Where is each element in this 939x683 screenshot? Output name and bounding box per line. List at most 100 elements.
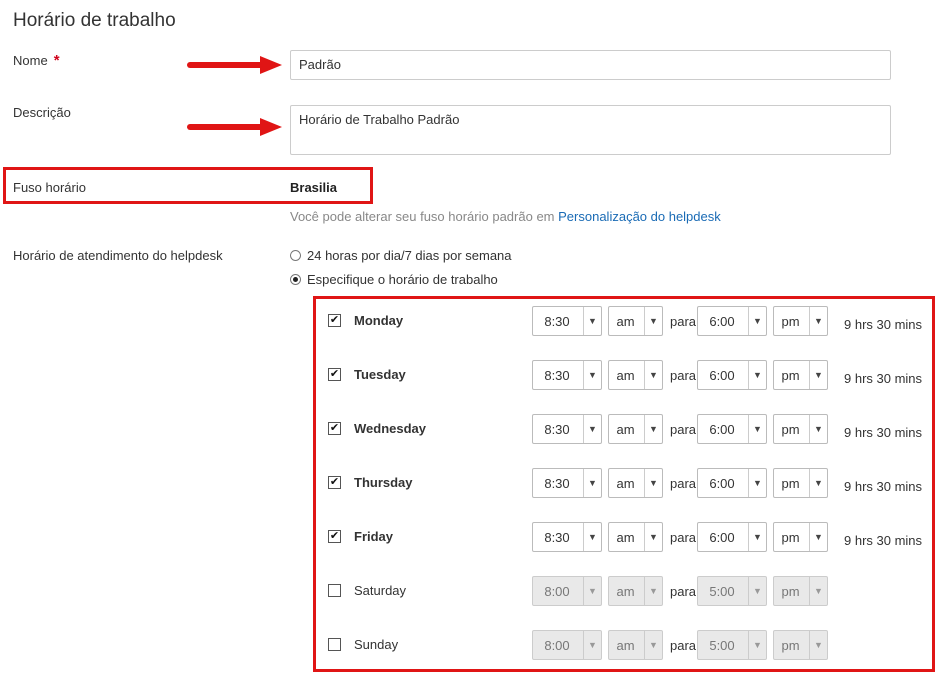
start-time-select[interactable]: 8:30 ▼ [532, 414, 602, 444]
chevron-down-icon[interactable]: ▼ [583, 523, 601, 551]
chevron-down-icon: ▼ [748, 577, 766, 605]
description-label: Descrição [13, 105, 71, 120]
day-checkbox[interactable] [328, 584, 341, 597]
day-checkbox[interactable]: ✔ [328, 368, 341, 381]
radio-custom[interactable]: Especifique o horário de trabalho [290, 272, 498, 287]
end-ampm-select: pm ▼ [773, 630, 828, 660]
schedule-row-saturday: Saturday 8:00 ▼ am ▼ para 5:00 ▼ pm ▼ [318, 575, 928, 609]
end-ampm-select-value: pm [781, 638, 800, 653]
chevron-down-icon[interactable]: ▼ [809, 415, 827, 443]
name-input[interactable]: Padrão [290, 50, 891, 80]
timezone-value: Brasilia [290, 180, 337, 195]
start-time-select[interactable]: 8:30 ▼ [532, 360, 602, 390]
start-ampm-select[interactable]: am ▼ [608, 306, 663, 336]
end-time-select-value: 5:00 [709, 584, 735, 599]
chevron-down-icon[interactable]: ▼ [583, 307, 601, 335]
start-ampm-select[interactable]: am ▼ [608, 360, 663, 390]
separator-label: para [670, 422, 697, 437]
start-ampm-select[interactable]: am ▼ [608, 414, 663, 444]
chevron-down-icon[interactable]: ▼ [748, 307, 766, 335]
separator-label: para [670, 638, 697, 653]
chevron-down-icon[interactable]: ▼ [809, 307, 827, 335]
end-time-select-value: 6:00 [709, 476, 735, 491]
chevron-down-icon: ▼ [809, 631, 827, 659]
schedule-row-sunday: Sunday 8:00 ▼ am ▼ para 5:00 ▼ pm ▼ [318, 629, 928, 663]
timezone-hint-text: Você pode alterar seu fuso horário padrã… [290, 209, 555, 224]
schedule-row-monday: ✔ Monday 8:30 ▼ am ▼ para 6:00 ▼ pm ▼ 9 hrs 30 mins [318, 305, 928, 339]
helpdesk-customization-link[interactable]: Personalização do helpdesk [558, 209, 721, 224]
end-ampm-select[interactable]: pm ▼ [773, 414, 828, 444]
chevron-down-icon[interactable]: ▼ [748, 361, 766, 389]
end-time-select[interactable]: 6:00 ▼ [697, 306, 767, 336]
day-name: Friday [354, 529, 394, 544]
chevron-down-icon[interactable]: ▼ [583, 361, 601, 389]
end-ampm-select[interactable]: pm ▼ [773, 306, 828, 336]
separator-label: para [670, 476, 697, 491]
end-ampm-select[interactable]: pm ▼ [773, 360, 828, 390]
start-ampm-select[interactable]: am ▼ [608, 522, 663, 552]
end-time-select: 5:00 ▼ [697, 630, 767, 660]
start-time-select[interactable]: 8:30 ▼ [532, 306, 602, 336]
end-ampm-select-value: pm [781, 368, 800, 383]
annotation-arrow-icon [187, 56, 282, 74]
day-name: Sunday [354, 637, 399, 652]
chevron-down-icon: ▼ [583, 631, 601, 659]
radio-24h[interactable]: 24 horas por dia/7 dias por semana [290, 248, 512, 263]
checkmark-icon: ✔ [329, 368, 340, 380]
end-time-select[interactable]: 6:00 ▼ [697, 414, 767, 444]
end-time-select: 5:00 ▼ [697, 576, 767, 606]
day-total-hours: 9 hrs 30 mins [844, 317, 923, 332]
start-time-select[interactable]: 8:30 ▼ [532, 522, 602, 552]
chevron-down-icon[interactable]: ▼ [748, 415, 766, 443]
start-ampm-select-value: am [616, 584, 635, 599]
day-checkbox[interactable]: ✔ [328, 314, 341, 327]
day-name: Saturday [354, 583, 407, 598]
timezone-label: Fuso horário [13, 180, 86, 195]
start-ampm-select-value: am [616, 476, 635, 491]
day-total-hours: 9 hrs 30 mins [844, 425, 923, 440]
chevron-down-icon[interactable]: ▼ [644, 523, 662, 551]
end-time-select[interactable]: 6:00 ▼ [697, 468, 767, 498]
end-ampm-select-value: pm [781, 422, 800, 437]
day-checkbox[interactable]: ✔ [328, 530, 341, 543]
end-ampm-select-value: pm [781, 476, 800, 491]
start-time-select-value: 8:30 [544, 530, 570, 545]
end-time-select[interactable]: 6:00 ▼ [697, 360, 767, 390]
end-time-select-value: 6:00 [709, 314, 735, 329]
separator-label: para [670, 314, 697, 329]
day-checkbox[interactable]: ✔ [328, 476, 341, 489]
name-label: Nome * [13, 52, 60, 69]
chevron-down-icon[interactable]: ▼ [583, 469, 601, 497]
radio-24h-button[interactable] [290, 250, 301, 261]
chevron-down-icon[interactable]: ▼ [644, 469, 662, 497]
required-mark: * [53, 52, 60, 69]
chevron-down-icon[interactable]: ▼ [748, 469, 766, 497]
start-time-select[interactable]: 8:30 ▼ [532, 468, 602, 498]
chevron-down-icon: ▼ [644, 631, 662, 659]
chevron-down-icon[interactable]: ▼ [583, 415, 601, 443]
end-ampm-select-value: pm [781, 584, 800, 599]
chevron-down-icon[interactable]: ▼ [748, 523, 766, 551]
start-ampm-select[interactable]: am ▼ [608, 468, 663, 498]
checkmark-icon: ✔ [329, 476, 340, 488]
end-time-select[interactable]: 6:00 ▼ [697, 522, 767, 552]
start-time-select: 8:00 ▼ [532, 576, 602, 606]
end-ampm-select[interactable]: pm ▼ [773, 522, 828, 552]
radio-custom-button[interactable] [290, 274, 301, 285]
end-ampm-select[interactable]: pm ▼ [773, 468, 828, 498]
start-time-select-value: 8:00 [544, 584, 570, 599]
description-textarea[interactable]: Horário de Trabalho Padrão [290, 105, 891, 155]
end-ampm-select-value: pm [781, 530, 800, 545]
day-checkbox[interactable] [328, 638, 341, 651]
chevron-down-icon[interactable]: ▼ [644, 361, 662, 389]
chevron-down-icon[interactable]: ▼ [809, 523, 827, 551]
end-time-select-value: 6:00 [709, 530, 735, 545]
checkmark-icon: ✔ [329, 530, 340, 542]
day-name: Monday [354, 313, 404, 328]
day-checkbox[interactable]: ✔ [328, 422, 341, 435]
chevron-down-icon[interactable]: ▼ [809, 469, 827, 497]
chevron-down-icon[interactable]: ▼ [809, 361, 827, 389]
day-total-hours: 9 hrs 30 mins [844, 479, 923, 494]
chevron-down-icon[interactable]: ▼ [644, 415, 662, 443]
chevron-down-icon[interactable]: ▼ [644, 307, 662, 335]
